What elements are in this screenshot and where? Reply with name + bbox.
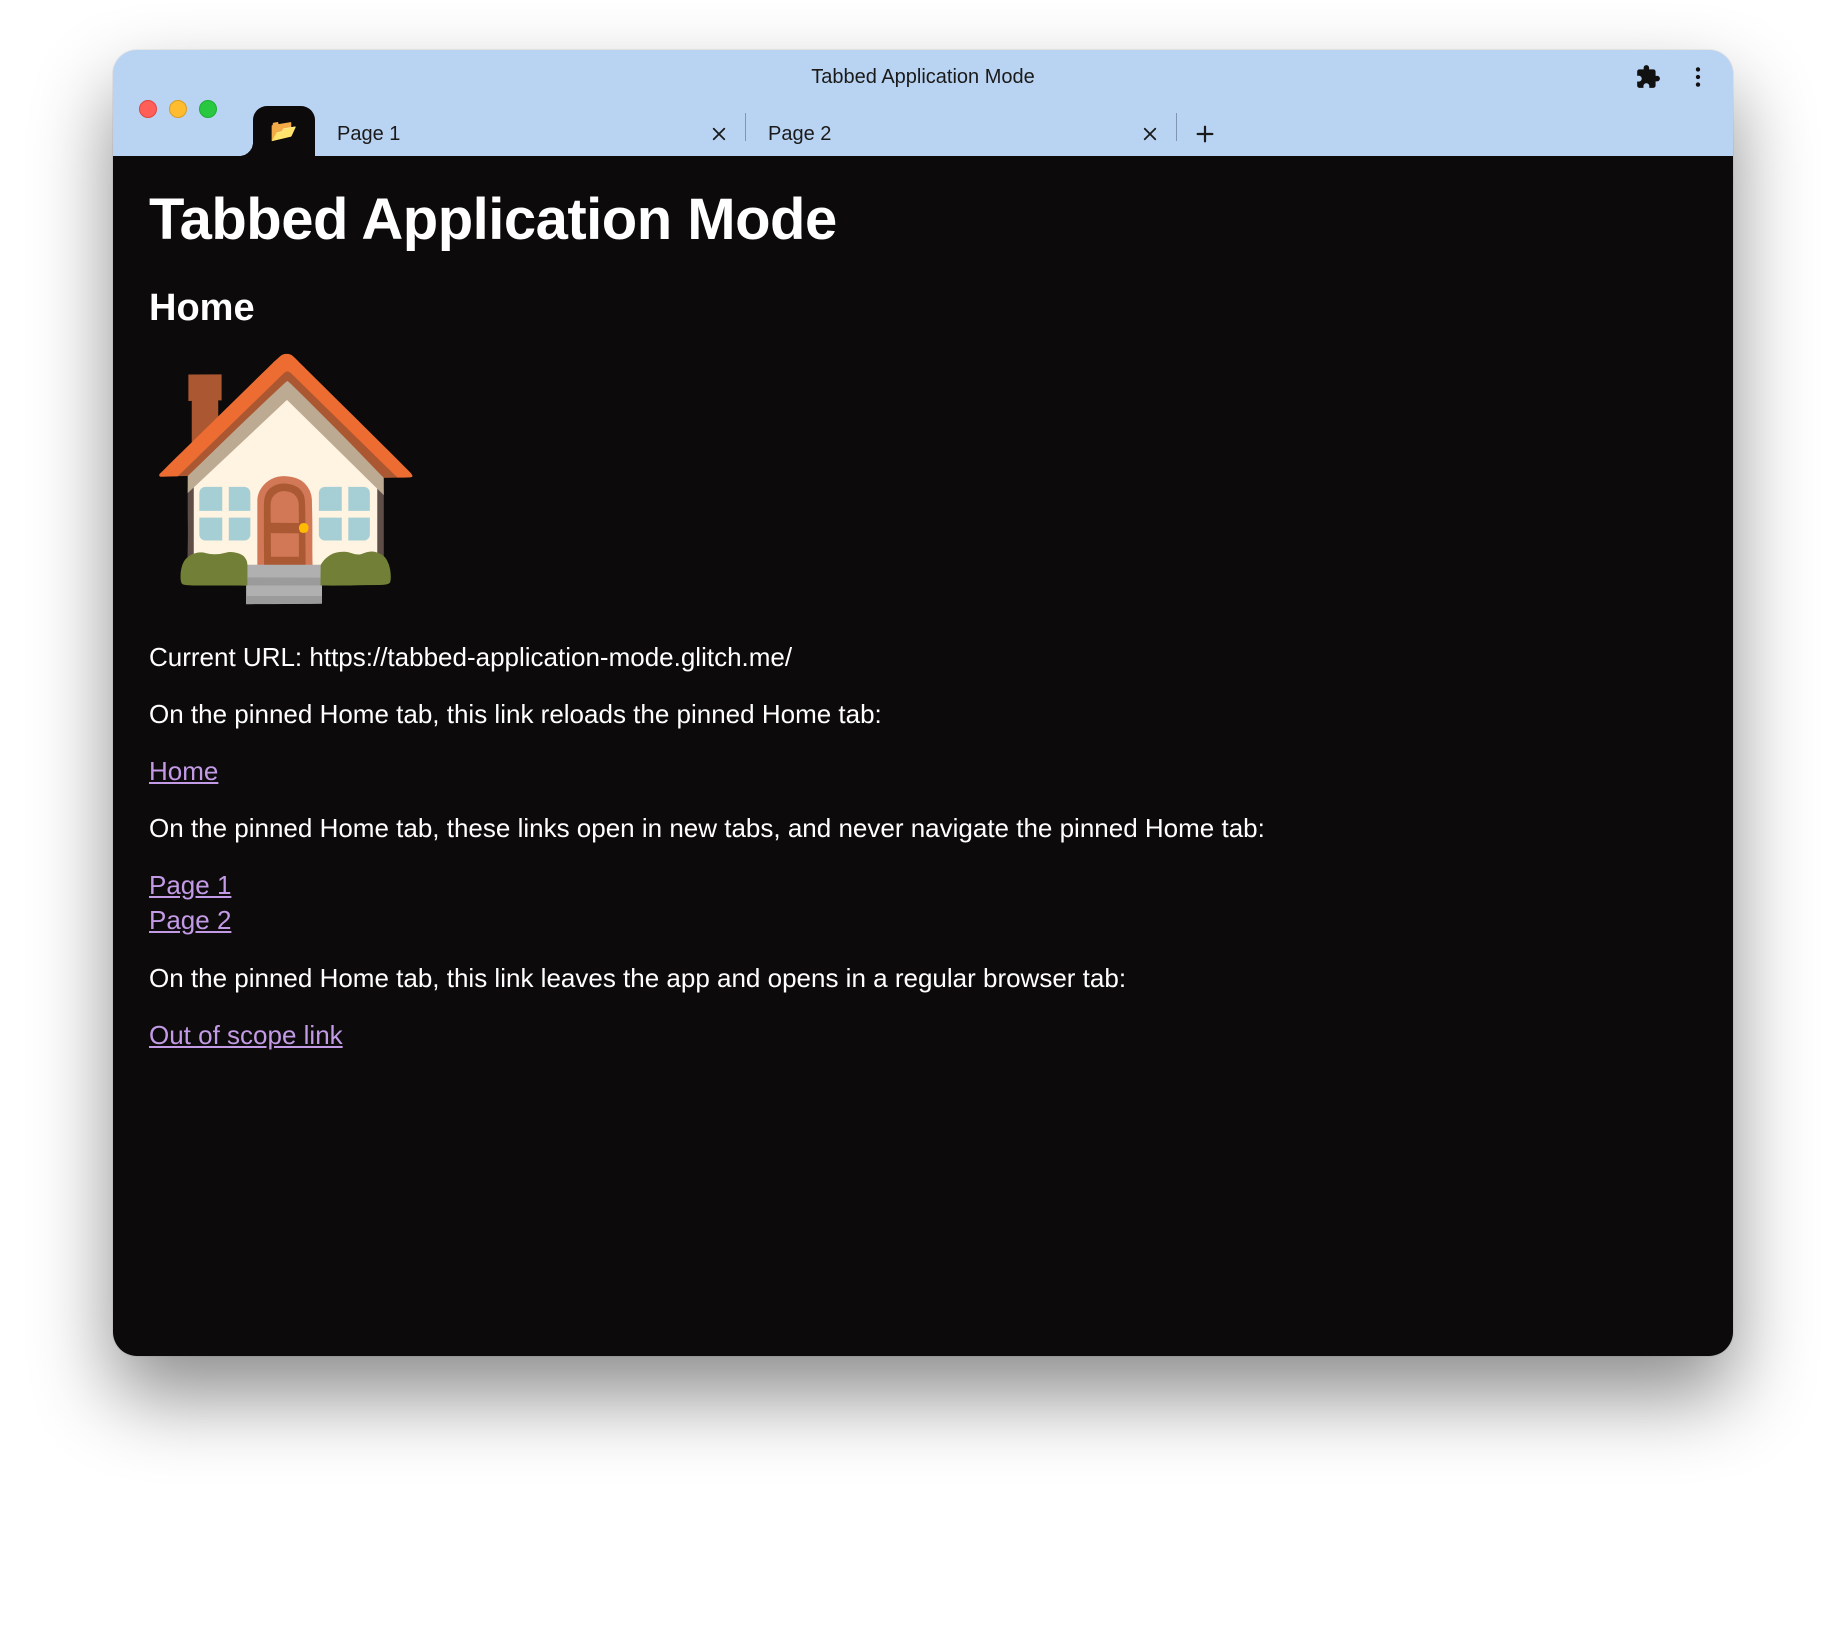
tab-page-1[interactable]: Page 1 — [315, 112, 745, 156]
title-bar: Tabbed Application Mode 📂 — [113, 50, 1733, 156]
para-newtabs: On the pinned Home tab, these links open… — [149, 811, 1697, 846]
tab-label: Page 1 — [337, 123, 697, 146]
kebab-menu-icon[interactable] — [1683, 62, 1713, 92]
page-subheading: Home — [149, 287, 1697, 330]
current-url-line: Current URL: https://tabbed-application-… — [149, 640, 1697, 675]
page-content: Tabbed Application Mode Home 🏠 Current U… — [113, 156, 1733, 1356]
para-outofscope: On the pinned Home tab, this link leaves… — [149, 961, 1697, 996]
close-icon[interactable] — [707, 122, 731, 146]
link-page-2[interactable]: Page 2 — [149, 903, 1697, 938]
tab-label: Page 2 — [768, 123, 1128, 146]
house-icon: 🏠 — [143, 360, 1697, 590]
app-window: Tabbed Application Mode 📂 — [113, 50, 1733, 1356]
new-tab-button[interactable] — [1183, 112, 1227, 156]
close-icon[interactable] — [1138, 122, 1162, 146]
tab-strip: 📂 Page 1 Page 2 — [113, 98, 1733, 156]
para-reload: On the pinned Home tab, this link reload… — [149, 697, 1697, 732]
current-url-label: Current URL: — [149, 642, 309, 672]
tab-page-2[interactable]: Page 2 — [746, 112, 1176, 156]
pinned-home-tab[interactable]: 📂 — [253, 106, 315, 156]
page-title: Tabbed Application Mode — [149, 186, 1697, 253]
link-home[interactable]: Home — [149, 754, 218, 789]
window-title: Tabbed Application Mode — [811, 66, 1035, 89]
current-url-value: https://tabbed-application-mode.glitch.m… — [309, 642, 792, 672]
link-page-1[interactable]: Page 1 — [149, 868, 1697, 903]
folder-icon: 📂 — [270, 118, 297, 144]
link-out-of-scope[interactable]: Out of scope link — [149, 1018, 343, 1053]
tab-separator — [1176, 113, 1177, 141]
extensions-icon[interactable] — [1633, 62, 1663, 92]
